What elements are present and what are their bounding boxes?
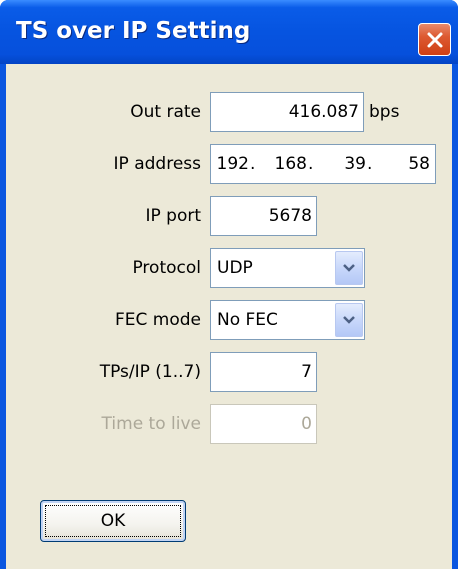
ip-octet-2[interactable]: 168 xyxy=(273,145,307,183)
ip-separator-1: . xyxy=(250,154,256,174)
fec-mode-select[interactable]: No FEC xyxy=(210,300,365,340)
protocol-dropdown-button[interactable] xyxy=(335,251,363,285)
fec-mode-dropdown-button[interactable] xyxy=(335,303,363,337)
ip-octet-3[interactable]: 39 xyxy=(336,145,366,183)
close-button[interactable] xyxy=(418,23,451,56)
out-rate-label: Out rate xyxy=(130,102,201,122)
protocol-value: UDP xyxy=(217,258,253,278)
ip-separator-3: . xyxy=(367,154,373,174)
ip-address-row: IP address 192 . 168 . 39 . 58 xyxy=(6,144,452,184)
tps-per-ip-field[interactable]: 7 xyxy=(210,352,317,392)
time-to-live-label: Time to live xyxy=(101,414,201,434)
window-title: TS over IP Setting xyxy=(16,18,251,44)
protocol-select[interactable]: UDP xyxy=(210,248,365,288)
fec-mode-value: No FEC xyxy=(217,310,278,330)
chevron-down-icon xyxy=(343,316,355,324)
ip-address-field[interactable]: 192 . 168 . 39 . 58 xyxy=(210,144,436,184)
ip-separator-2: . xyxy=(308,154,314,174)
chevron-down-icon xyxy=(343,264,355,272)
tps-per-ip-label: TPs/IP (1..7) xyxy=(99,362,201,382)
out-rate-field[interactable]: 416.087 xyxy=(210,92,364,132)
ip-port-row: IP port 5678 xyxy=(6,196,452,236)
title-bar[interactable]: TS over IP Setting xyxy=(0,0,458,64)
dialog-window: TS over IP Setting Out rate 416.087 bps … xyxy=(0,0,458,569)
protocol-label: Protocol xyxy=(132,258,201,278)
out-rate-row: Out rate 416.087 bps xyxy=(6,92,452,132)
ip-port-field[interactable]: 5678 xyxy=(210,196,317,236)
protocol-row: Protocol UDP xyxy=(6,248,452,288)
out-rate-unit: bps xyxy=(369,102,400,122)
ip-octet-1[interactable]: 192 xyxy=(215,145,249,183)
tps-per-ip-row: TPs/IP (1..7) 7 xyxy=(6,352,452,392)
ip-octet-4[interactable]: 58 xyxy=(396,145,430,183)
dialog-body: Out rate 416.087 bps IP address 192 . 16… xyxy=(6,64,452,569)
fec-mode-row: FEC mode No FEC xyxy=(6,300,452,340)
ip-port-label: IP port xyxy=(145,206,201,226)
time-to-live-field: 0 xyxy=(210,404,317,444)
time-to-live-row: Time to live 0 xyxy=(6,404,452,444)
fec-mode-label: FEC mode xyxy=(114,310,201,330)
ok-button[interactable]: OK xyxy=(40,500,186,542)
close-icon xyxy=(427,32,442,47)
ok-button-label: OK xyxy=(100,511,126,531)
ip-address-label: IP address xyxy=(113,154,201,174)
